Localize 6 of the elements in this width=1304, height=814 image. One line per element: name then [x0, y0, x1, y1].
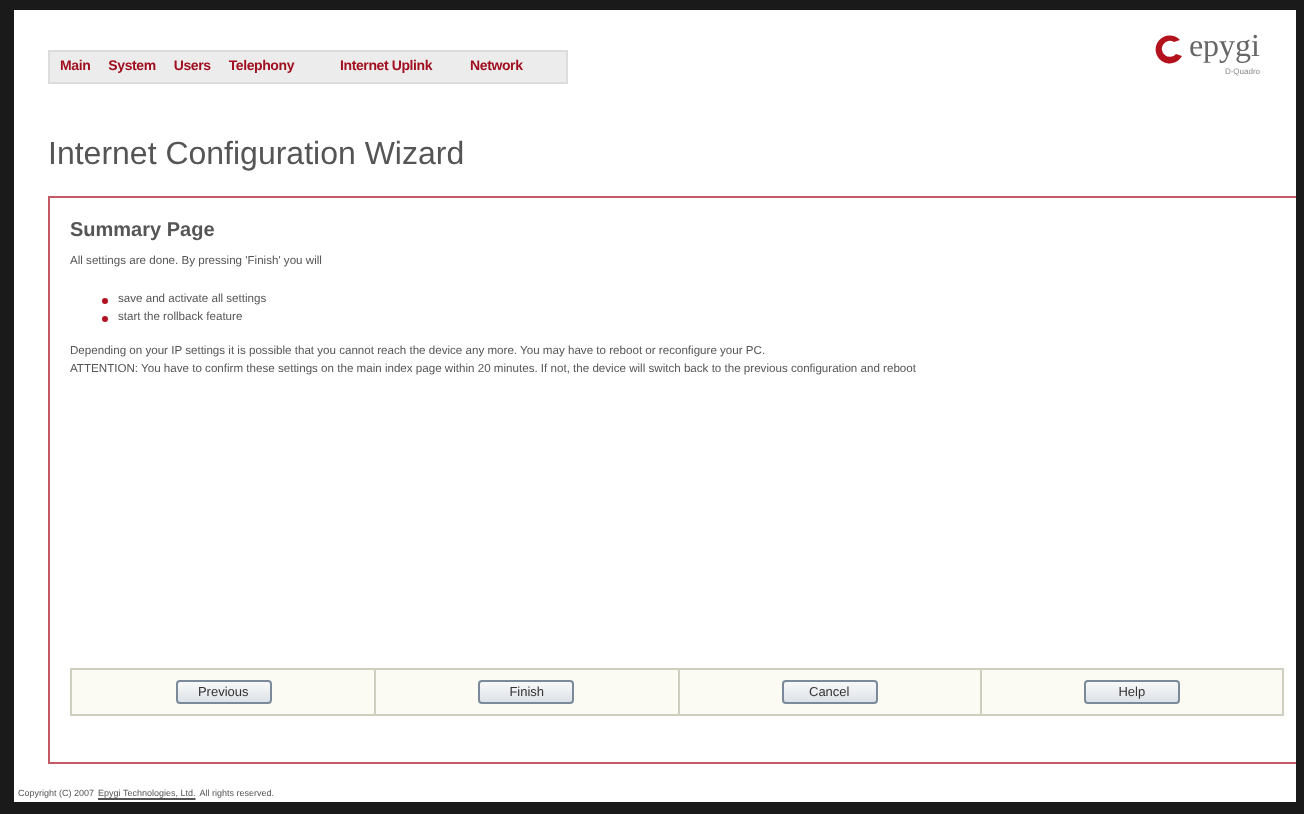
page-title: Internet Configuration Wizard — [48, 138, 467, 174]
logo-icon — [1152, 33, 1187, 63]
bullet-icon — [102, 316, 108, 322]
section-heading: Summary Page — [70, 220, 217, 242]
logo-text: epygi — [1188, 30, 1260, 66]
bullet-icon — [102, 298, 108, 304]
